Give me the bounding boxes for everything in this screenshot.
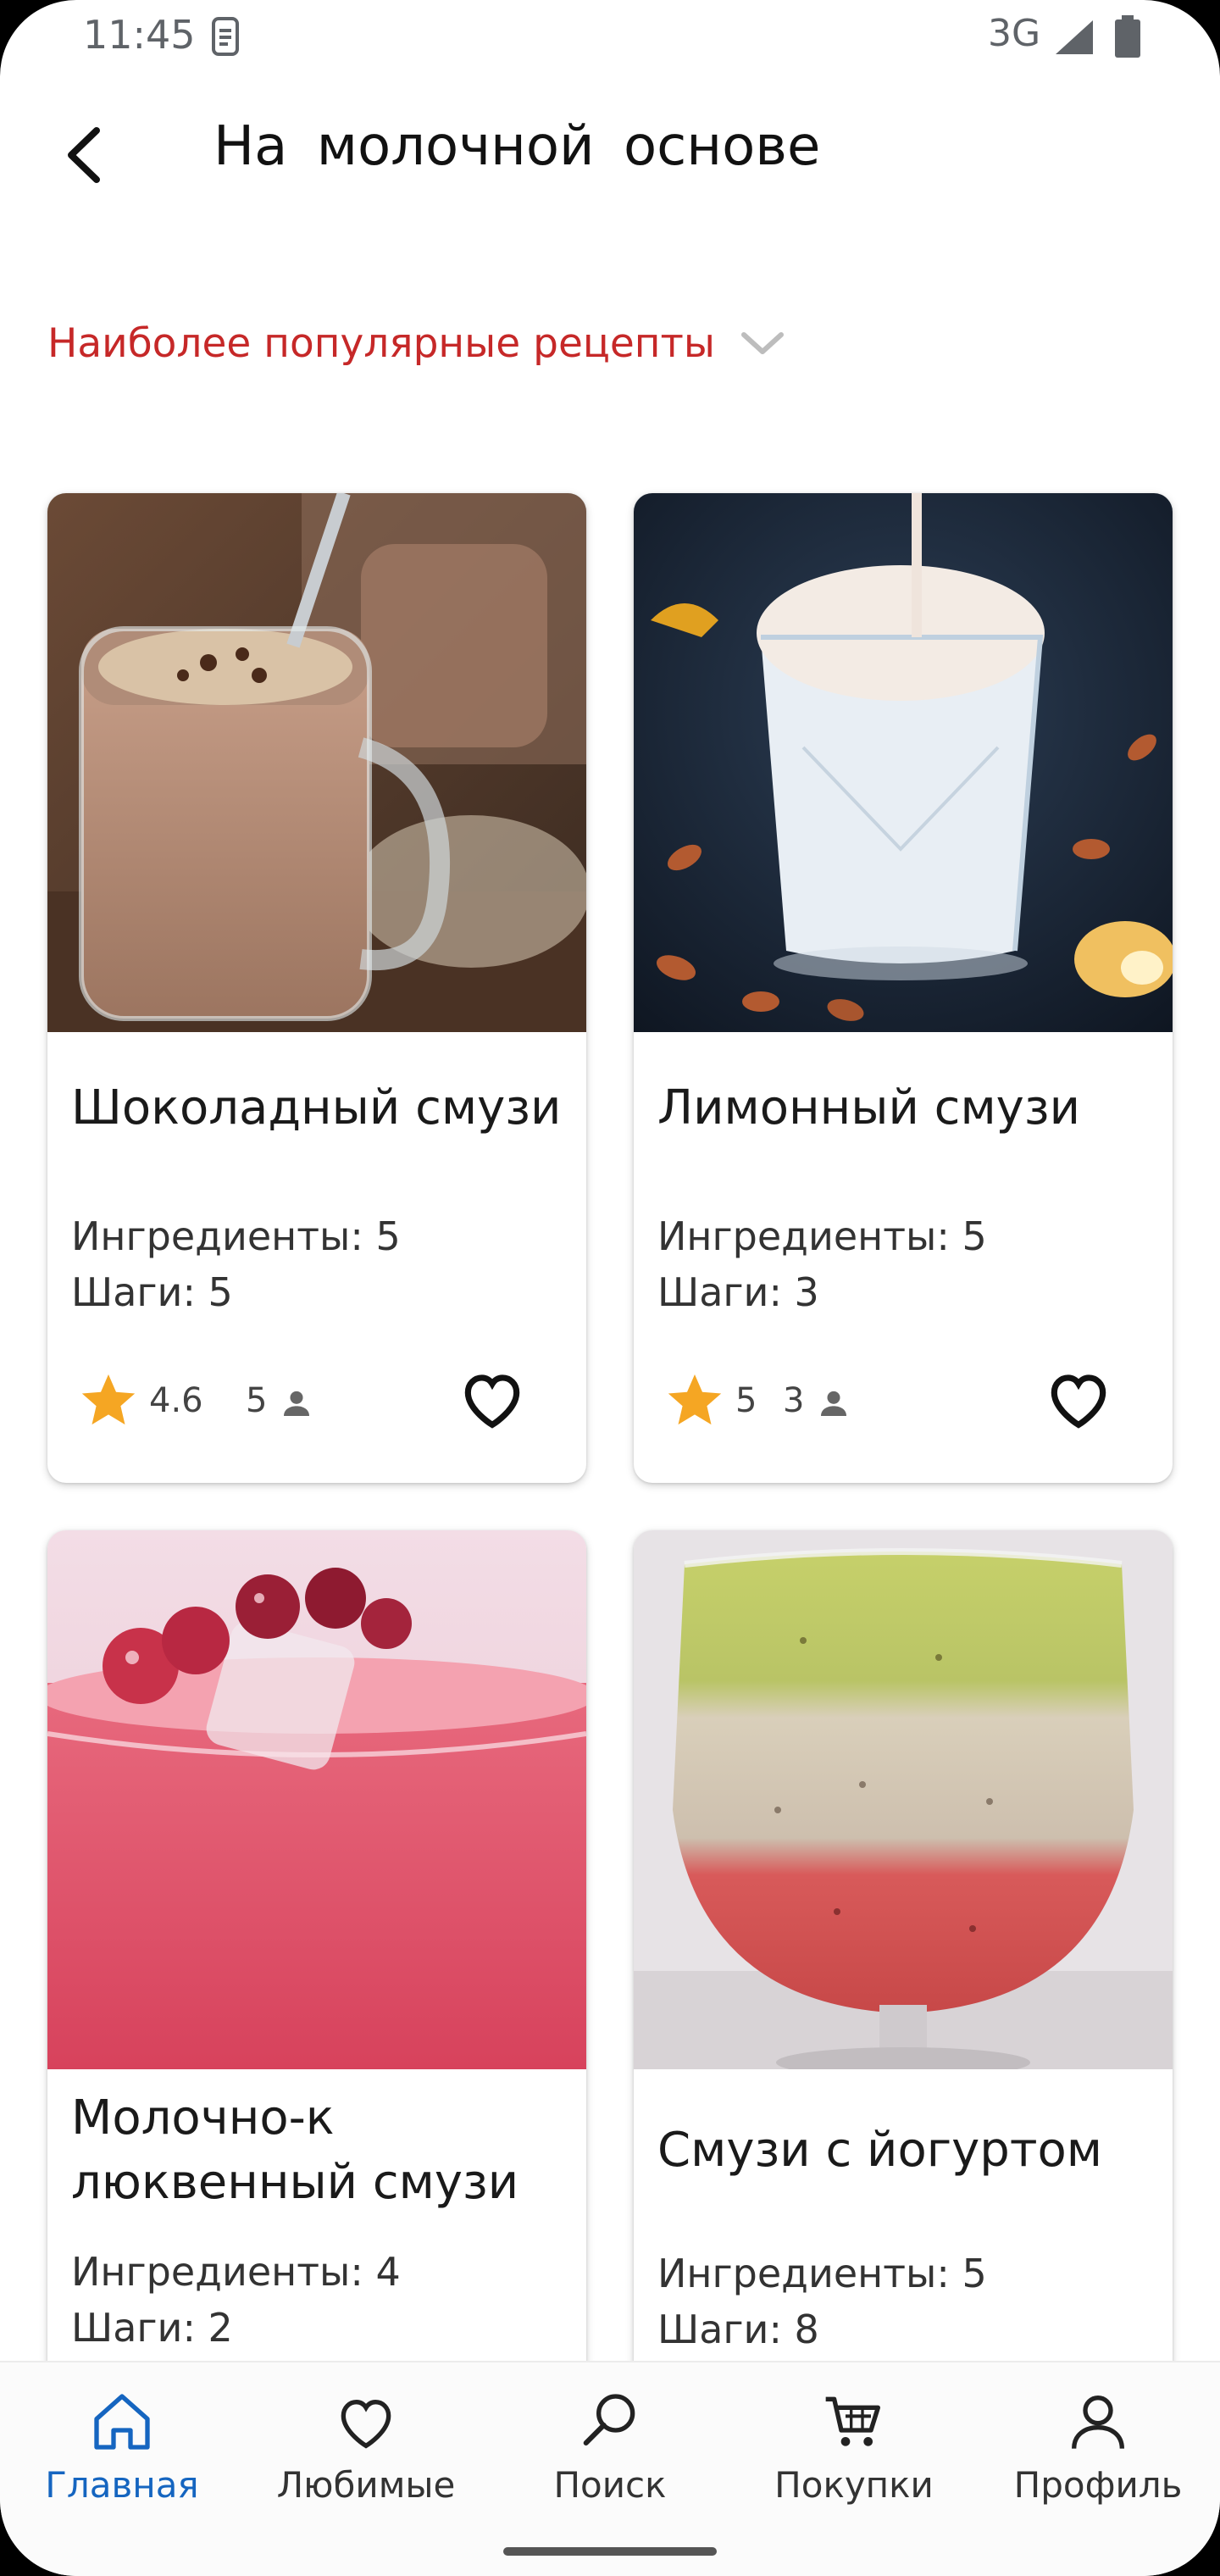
- card-footer: 5 3: [657, 1363, 1149, 1456]
- card-body: Шоколадный смузи Ингредиенты: 5 Шаги: 5 …: [47, 1032, 586, 1456]
- card-body: Молочно-к люквенный смузи Ингредиенты: 4…: [47, 2069, 586, 2356]
- recipe-photo: [47, 493, 586, 1032]
- nav-label: Главная: [45, 2464, 199, 2506]
- card-body: Лимонный смузи Ингредиенты: 5 Шаги: 3 5 …: [634, 1032, 1173, 1456]
- page-title: На молочной основе: [214, 115, 821, 178]
- app-bar: На молочной основе: [0, 85, 1220, 220]
- steps-count: Шаги: 8: [657, 2307, 819, 2352]
- card-footer: 4.6 5: [71, 1363, 563, 1456]
- votes-count: 3: [783, 1381, 805, 1420]
- search-icon: [583, 2394, 635, 2446]
- person-icon: [284, 1391, 309, 1416]
- nav-item-purchases[interactable]: Покупки: [732, 2388, 976, 2515]
- steps-count: Шаги: 2: [71, 2305, 233, 2351]
- back-arrow-icon[interactable]: [47, 117, 124, 193]
- rating-value: 5: [735, 1381, 757, 1420]
- home-indicator[interactable]: [503, 2547, 717, 2556]
- recipe-title: Молочно-к люквенный смузи: [71, 2069, 563, 2215]
- sort-dropdown[interactable]: Наиболее популярные рецепты: [47, 314, 786, 373]
- recipe-card[interactable]: Смузи с йогуртом Ингредиенты: 5 Шаги: 8: [634, 1530, 1173, 2462]
- nav-item-favorites[interactable]: Любимые: [244, 2388, 488, 2515]
- battery-icon: [1115, 15, 1140, 58]
- heart-icon[interactable]: [456, 1363, 529, 1435]
- card-body: Смузи с йогуртом Ингредиенты: 5 Шаги: 8: [634, 2069, 1173, 2357]
- recipe-title: Лимонный смузи: [657, 1080, 1080, 1135]
- sort-label: Наиболее популярные рецепты: [47, 319, 715, 367]
- star-icon: [81, 1374, 136, 1425]
- ingredients-count: Ингредиенты: 4: [71, 2249, 401, 2295]
- recipe-title: Смузи с йогуртом: [657, 2123, 1102, 2178]
- nav-item-search[interactable]: Поиск: [488, 2388, 732, 2515]
- nav-item-profile[interactable]: Профиль: [976, 2388, 1220, 2515]
- recipe-photo: [47, 1530, 586, 2069]
- ingredients-count: Ингредиенты: 5: [71, 1213, 401, 1259]
- app-screen: 11:45 3G На молочной основе Наиболее поп…: [0, 0, 1220, 2576]
- nav-label: Поиск: [553, 2464, 667, 2506]
- bottom-navigation: Главная Любимые Поиск Покупки Профиль: [0, 2361, 1220, 2576]
- nav-label: Профиль: [1013, 2464, 1183, 2506]
- nav-label: Любимые: [276, 2464, 456, 2506]
- status-bar: 11:45 3G: [0, 0, 1220, 76]
- heart-icon[interactable]: [1042, 1363, 1115, 1435]
- ingredients-count: Ингредиенты: 5: [657, 1213, 987, 1259]
- recipe-title: Шоколадный смузи: [71, 1080, 562, 1135]
- steps-count: Шаги: 5: [71, 1269, 233, 1315]
- person-icon: [1072, 2396, 1124, 2449]
- recipe-card[interactable]: Лимонный смузи Ингредиенты: 5 Шаги: 3 5 …: [634, 493, 1173, 1483]
- cart-icon: [825, 2396, 880, 2446]
- recipe-card[interactable]: Молочно-к люквенный смузи Ингредиенты: 4…: [47, 1530, 586, 2462]
- signal-icon: [1056, 20, 1093, 54]
- recipe-photo: [634, 493, 1173, 1032]
- nav-label: Покупки: [774, 2464, 934, 2506]
- chevron-down-icon: [740, 332, 784, 354]
- recipe-title-line1: Молочно-к: [71, 2090, 335, 2146]
- recipe-title-line2: люквенный смузи: [71, 2155, 519, 2210]
- ingredients-count: Ингредиенты: 5: [657, 2251, 987, 2296]
- person-icon: [821, 1391, 846, 1416]
- steps-count: Шаги: 3: [657, 1269, 819, 1315]
- recipe-card[interactable]: Шоколадный смузи Ингредиенты: 5 Шаги: 5 …: [47, 493, 586, 1483]
- network-type: 3G: [988, 12, 1041, 55]
- rating-value: 4.6: [149, 1381, 203, 1420]
- sim-icon: [212, 17, 239, 56]
- heart-icon: [341, 2399, 391, 2449]
- status-time: 11:45: [83, 12, 196, 58]
- star-icon: [668, 1374, 722, 1425]
- home-icon: [94, 2394, 150, 2450]
- recipe-photo: [634, 1530, 1173, 2069]
- nav-item-home[interactable]: Главная: [0, 2388, 244, 2515]
- votes-count: 5: [246, 1381, 268, 1420]
